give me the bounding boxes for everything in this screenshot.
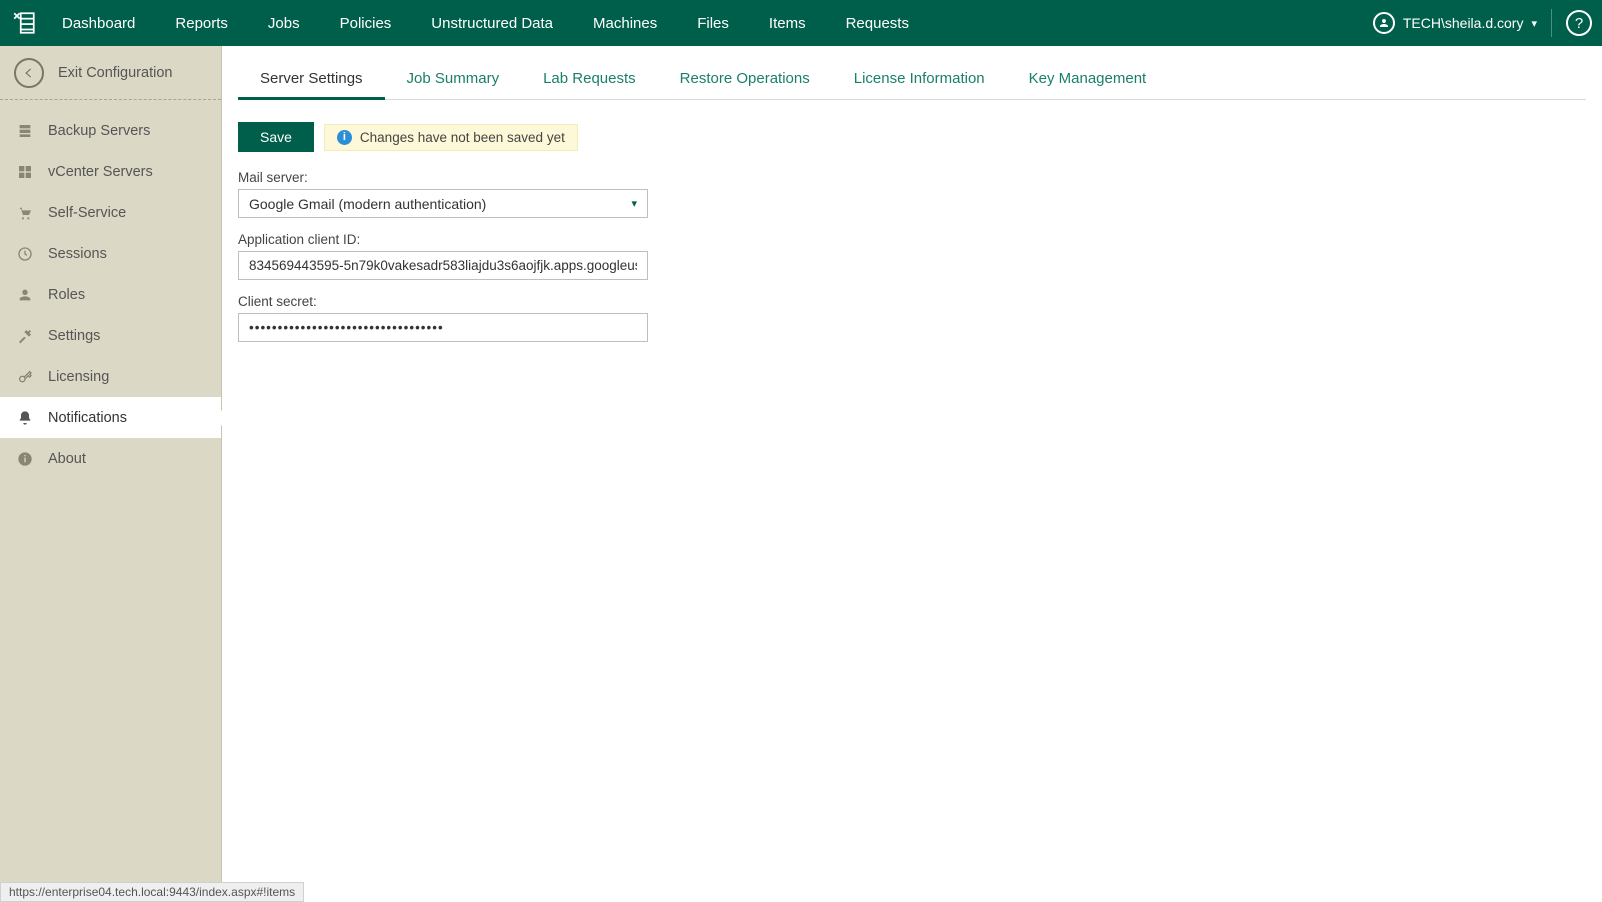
nav-items[interactable]: Items xyxy=(769,15,806,32)
top-nav: Dashboard Reports Jobs Policies Unstruct… xyxy=(0,0,1602,46)
sidebar-item-label: Self-Service xyxy=(48,205,126,221)
user-name: TECH\sheila.d.cory xyxy=(1403,15,1524,31)
cart-icon xyxy=(16,204,34,222)
person-icon xyxy=(16,286,34,304)
help-button[interactable]: ? xyxy=(1566,10,1592,36)
exit-label: Exit Configuration xyxy=(58,65,172,81)
sidebar-item-settings[interactable]: Settings xyxy=(0,315,221,356)
sidebar-item-label: About xyxy=(48,451,86,467)
bell-icon xyxy=(16,409,34,427)
sidebar-item-backup-servers[interactable]: Backup Servers xyxy=(0,110,221,151)
save-button[interactable]: Save xyxy=(238,122,314,152)
sidebar-item-roles[interactable]: Roles xyxy=(0,274,221,315)
sidebar-item-label: vCenter Servers xyxy=(48,164,153,180)
nav-reports[interactable]: Reports xyxy=(175,15,228,32)
nav-files[interactable]: Files xyxy=(697,15,729,32)
tab-lab-requests[interactable]: Lab Requests xyxy=(521,60,658,99)
main-content: Server SettingsJob SummaryLab RequestsRe… xyxy=(222,46,1602,902)
sidebar: Exit Configuration Backup Servers vCenter… xyxy=(0,46,222,902)
nav-policies[interactable]: Policies xyxy=(340,15,392,32)
notice-text: Changes have not been saved yet xyxy=(360,130,565,145)
sidebar-item-vcenter-servers[interactable]: vCenter Servers xyxy=(0,151,221,192)
tabs: Server SettingsJob SummaryLab RequestsRe… xyxy=(238,60,1586,100)
tools-icon xyxy=(16,327,34,345)
tab-server-settings[interactable]: Server Settings xyxy=(238,60,385,99)
sidebar-item-notifications[interactable]: Notifications xyxy=(0,397,221,438)
nav-requests[interactable]: Requests xyxy=(846,15,909,32)
client-id-input[interactable] xyxy=(238,251,648,280)
user-menu[interactable]: TECH\sheila.d.cory ▾ xyxy=(1373,12,1537,34)
sidebar-item-label: Settings xyxy=(48,328,100,344)
key-icon xyxy=(16,368,34,386)
client-id-label: Application client ID: xyxy=(238,232,1586,247)
app-logo-icon xyxy=(10,9,38,37)
sidebar-item-label: Roles xyxy=(48,287,85,303)
sidebar-item-licensing[interactable]: Licensing xyxy=(0,356,221,397)
mail-server-value: Google Gmail (modern authentication) xyxy=(249,196,486,212)
sidebar-item-label: Sessions xyxy=(48,246,107,262)
sidebar-item-sessions[interactable]: Sessions xyxy=(0,233,221,274)
clock-icon xyxy=(16,245,34,263)
sidebar-item-self-service[interactable]: Self-Service xyxy=(0,192,221,233)
status-url: https://enterprise04.tech.local:9443/ind… xyxy=(0,882,304,902)
nav-machines[interactable]: Machines xyxy=(593,15,657,32)
vcenter-icon xyxy=(16,163,34,181)
tab-license-information[interactable]: License Information xyxy=(832,60,1007,99)
tab-restore-operations[interactable]: Restore Operations xyxy=(658,60,832,99)
chevron-down-icon: ▾ xyxy=(1531,17,1537,30)
nav-dashboard[interactable]: Dashboard xyxy=(62,15,135,32)
tab-job-summary[interactable]: Job Summary xyxy=(385,60,522,99)
sidebar-item-label: Notifications xyxy=(48,410,127,426)
mail-server-label: Mail server: xyxy=(238,170,1586,185)
top-nav-items: Dashboard Reports Jobs Policies Unstruct… xyxy=(62,15,1373,32)
info-icon: i xyxy=(337,130,352,145)
back-arrow-icon xyxy=(14,58,44,88)
sidebar-item-label: Licensing xyxy=(48,369,109,385)
user-icon xyxy=(1373,12,1395,34)
info-icon xyxy=(16,450,34,468)
nav-unstructured-data[interactable]: Unstructured Data xyxy=(431,15,553,32)
server-icon xyxy=(16,122,34,140)
chevron-down-icon: ▾ xyxy=(631,197,637,210)
unsaved-changes-notice: i Changes have not been saved yet xyxy=(324,124,578,151)
tab-key-management[interactable]: Key Management xyxy=(1007,60,1169,99)
exit-configuration[interactable]: Exit Configuration xyxy=(0,46,221,100)
client-secret-input[interactable] xyxy=(238,313,648,342)
sidebar-item-label: Backup Servers xyxy=(48,123,150,139)
mail-server-select[interactable]: Google Gmail (modern authentication) ▾ xyxy=(238,189,648,218)
client-secret-label: Client secret: xyxy=(238,294,1586,309)
nav-jobs[interactable]: Jobs xyxy=(268,15,300,32)
sidebar-item-about[interactable]: About xyxy=(0,438,221,479)
divider xyxy=(1551,9,1552,37)
